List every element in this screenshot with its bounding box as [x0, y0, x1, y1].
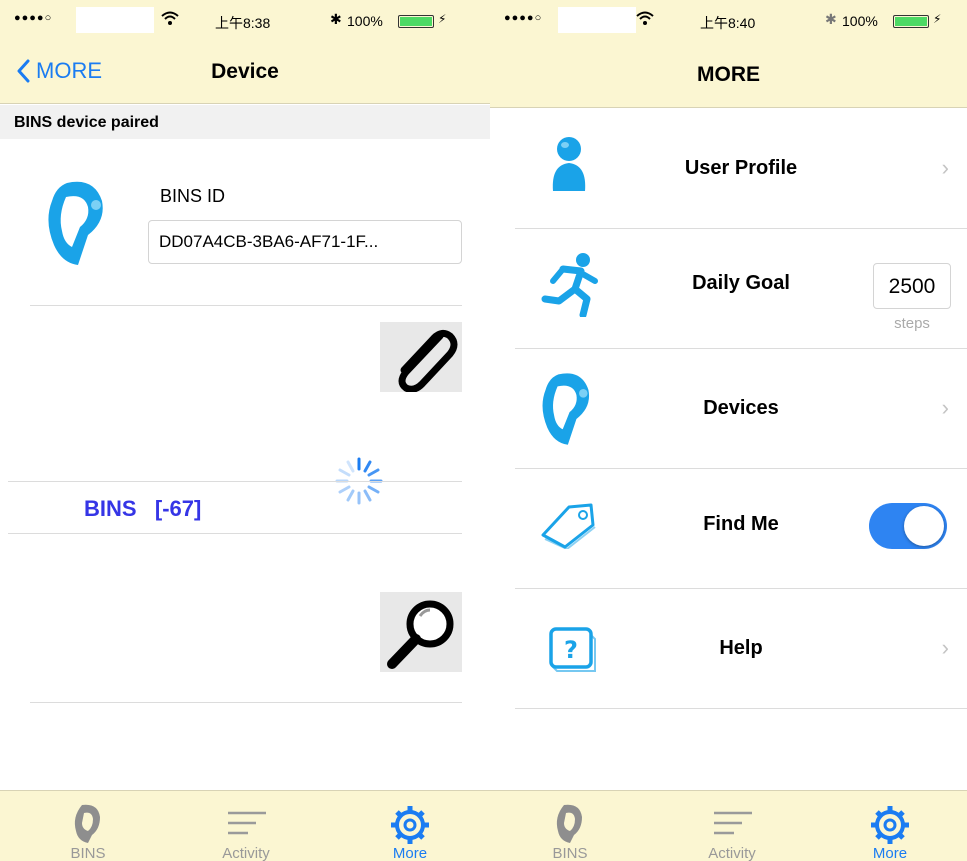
activity-lines-icon — [186, 801, 306, 845]
divider — [30, 702, 462, 703]
paperclip-icon — [398, 329, 458, 393]
tab-activity[interactable]: Activity — [186, 791, 306, 861]
bluetooth-icon: ✱ — [330, 11, 342, 27]
row-user-profile[interactable]: User Profile › — [515, 109, 967, 229]
carrier-name — [76, 7, 154, 33]
device-signal-label[interactable]: BINS [-67] — [84, 496, 201, 522]
status-bar: ●●●●○ 上午8:38 ✱ 100% ⚡ — [0, 0, 490, 46]
gear-icon — [350, 801, 470, 845]
toggle-knob — [904, 506, 944, 546]
band-icon — [510, 801, 630, 845]
chevron-right-icon: › — [941, 155, 949, 180]
tab-more[interactable]: More — [350, 791, 470, 861]
row-label: User Profile — [684, 157, 798, 179]
row-daily-goal: Daily Goal 2500 steps — [515, 229, 967, 349]
daily-goal-input[interactable]: 2500 — [873, 263, 951, 309]
wifi-icon — [635, 9, 655, 30]
device-screen: ●●●●○ 上午8:38 ✱ 100% ⚡ MORE Device BINS d… — [0, 0, 490, 861]
section-header: BINS device paired — [0, 105, 490, 139]
tab-label: Activity — [222, 845, 270, 861]
goal-unit: steps — [894, 315, 930, 332]
nav-bar: MORE — [490, 46, 967, 108]
tab-bar: BINS Activity More — [0, 790, 490, 861]
tab-label: More — [392, 845, 428, 861]
page-title: MORE — [697, 63, 760, 86]
tab-label: BINS — [552, 845, 588, 861]
row-find-me: Find Me — [515, 469, 967, 589]
tab-activity[interactable]: Activity — [672, 791, 792, 861]
page-title: Device — [211, 60, 279, 83]
row-help[interactable]: ? Help › — [515, 589, 967, 709]
tab-label: BINS — [70, 845, 106, 861]
divider — [8, 481, 462, 482]
attach-button[interactable] — [380, 322, 462, 393]
tab-bins[interactable]: BINS — [28, 791, 148, 861]
signal-strength: ●●●●○ — [14, 12, 53, 24]
rssi-value: [-67] — [154, 496, 202, 521]
status-time: 上午8:40 — [700, 15, 756, 31]
search-button[interactable] — [380, 592, 462, 672]
wifi-icon — [160, 9, 180, 30]
status-bar: ●●●●○ 上午8:40 ✱ 100% ⚡ — [490, 0, 967, 46]
charging-icon: ⚡ — [933, 12, 942, 26]
magnifier-icon — [387, 600, 454, 669]
band-icon — [42, 175, 112, 272]
find-me-toggle[interactable] — [869, 503, 947, 549]
signal-strength: ●●●●○ — [504, 12, 543, 24]
row-label: Help — [719, 637, 763, 659]
battery-percent: 100% — [347, 13, 383, 29]
chevron-right-icon: › — [941, 395, 949, 420]
activity-lines-icon — [672, 801, 792, 845]
row-devices[interactable]: Devices › — [515, 349, 967, 469]
bluetooth-icon: ✱ — [825, 11, 837, 27]
battery-icon — [398, 15, 434, 28]
charging-icon: ⚡ — [438, 12, 447, 26]
divider — [8, 533, 462, 534]
chevron-right-icon: › — [941, 635, 949, 660]
tab-more[interactable]: More — [830, 791, 950, 861]
battery-icon — [893, 15, 929, 28]
tab-label: More — [872, 845, 908, 861]
tab-label: Activity — [708, 845, 756, 861]
nav-bar: MORE Device — [0, 46, 490, 104]
loading-spinner-icon — [333, 455, 385, 512]
bins-id-field[interactable]: DD07A4CB-3BA6-AF71-1F... — [148, 220, 462, 264]
bins-id-label: BINS ID — [160, 186, 226, 206]
divider — [30, 305, 462, 306]
status-time: 上午8:38 — [215, 15, 271, 31]
carrier-name — [558, 7, 636, 33]
device-name: BINS — [84, 496, 137, 521]
tab-bar: BINS Activity More — [490, 790, 967, 861]
band-icon — [28, 801, 148, 845]
battery-percent: 100% — [842, 13, 878, 29]
gear-icon — [830, 801, 950, 845]
tab-bins[interactable]: BINS — [510, 791, 630, 861]
row-label: Devices — [703, 397, 779, 419]
